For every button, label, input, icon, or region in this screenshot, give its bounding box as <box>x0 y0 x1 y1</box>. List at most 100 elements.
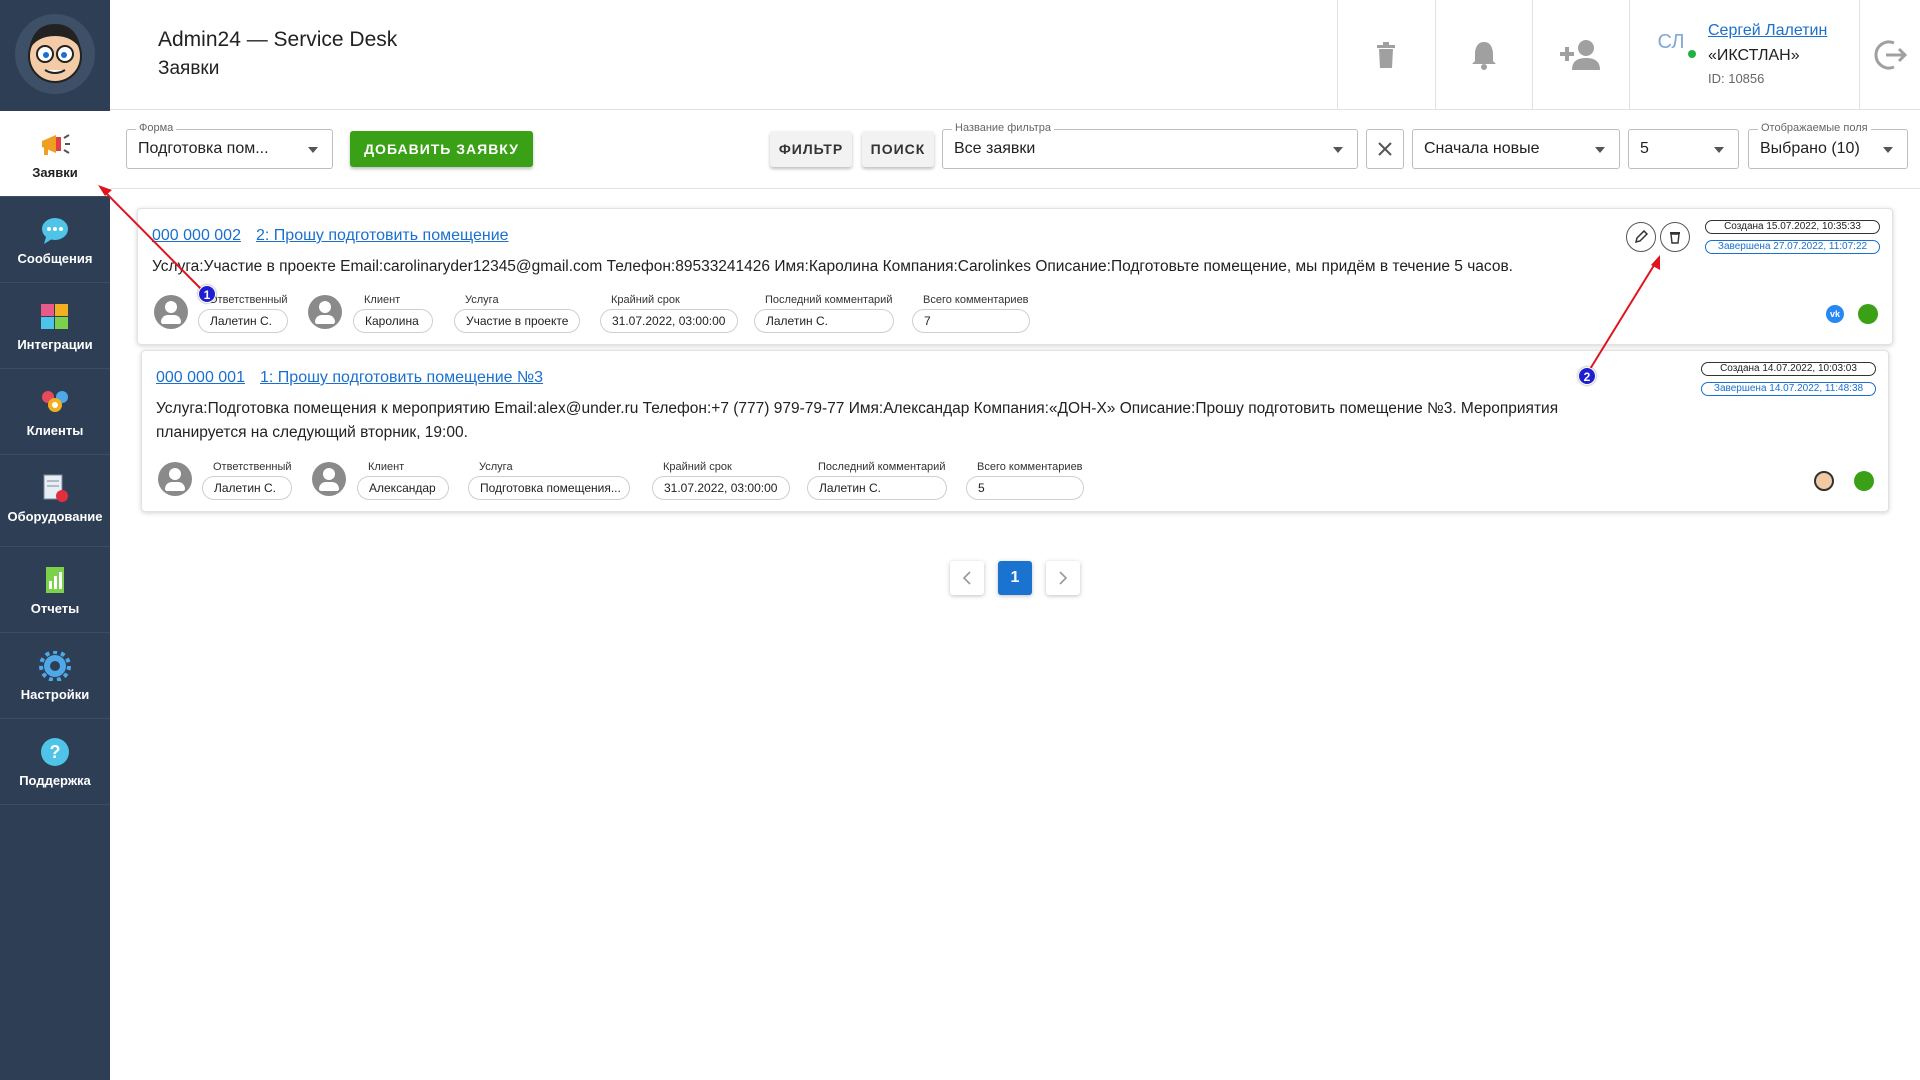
sidebar-item-integrations[interactable]: Интеграции <box>0 283 110 369</box>
app-logo[interactable] <box>15 14 95 94</box>
sidebar-item-clients[interactable]: Клиенты <box>0 369 110 455</box>
field-label: Ответственный <box>209 294 288 306</box>
page-title: Заявки <box>158 58 220 79</box>
delete-button[interactable] <box>1660 222 1690 252</box>
client-field: Клиент Каролина <box>353 294 433 334</box>
logout-button[interactable] <box>1859 0 1920 110</box>
user-name-link[interactable]: Сергей Лалетин <box>1708 22 1827 40</box>
responsible-avatar-icon <box>154 295 188 329</box>
sidebar-item-reports[interactable]: Отчеты <box>0 547 110 633</box>
sort-select[interactable]: Сначала новые <box>1412 129 1620 169</box>
caret-down-icon <box>1333 147 1343 153</box>
top-header: Admin24 — Service Desk Заявки СЛ Сергей … <box>110 0 1920 110</box>
form-select-label: Форма <box>136 121 177 135</box>
sidebar-item-messages[interactable]: Сообщения <box>0 197 110 283</box>
puzzle-icon <box>41 304 68 329</box>
ticket-title-link[interactable]: 1: Прошу подготовить помещение №3 <box>260 369 543 387</box>
logout-icon <box>1874 40 1908 70</box>
prev-page-button[interactable] <box>950 561 984 595</box>
sidebar-item-label: Заявки <box>32 165 78 180</box>
field-label: Клиент <box>368 461 405 473</box>
page-size-select[interactable]: 5 <box>1628 129 1739 169</box>
field-label: Ответственный <box>213 461 292 473</box>
search-button[interactable]: ПОИСК <box>862 131 934 167</box>
sidebar-item-label: Поддержка <box>19 773 91 788</box>
filter-button[interactable]: ФИЛЬТР <box>770 131 852 167</box>
completed-date-badge: Завершена 14.07.2022, 11:48:38 <box>1701 382 1876 396</box>
close-icon <box>1378 142 1392 156</box>
filter-name-label: Название фильтра <box>952 121 1054 135</box>
svg-text:?: ? <box>50 742 61 762</box>
deadline-field: Крайний срок 31.07.2022, 03:00:00 <box>600 294 738 334</box>
edit-button[interactable] <box>1626 222 1656 252</box>
form-select[interactable]: Форма Подготовка пом... <box>126 121 333 169</box>
trash-icon <box>1377 42 1395 68</box>
status-indicator <box>1858 304 1878 324</box>
total-comments-field: Всего комментариев 7 <box>912 294 1030 334</box>
sidebar-item-label: Интеграции <box>17 337 93 352</box>
help-icon: ? <box>41 738 69 766</box>
created-date-badge: Создана 14.07.2022, 10:03:03 <box>1701 362 1876 376</box>
sidebar: Заявки Сообщения Интеграции Клиенты Обор… <box>0 0 110 1080</box>
megaphone-icon <box>42 134 70 155</box>
clear-filter-button[interactable] <box>1366 129 1404 169</box>
chat-icon <box>42 218 68 244</box>
sort-value: Сначала новые <box>1424 140 1540 157</box>
responsible-avatar-icon <box>158 462 192 496</box>
gear-icon <box>39 651 71 681</box>
add-request-button[interactable]: ДОБАВИТЬ ЗАЯВКУ <box>350 131 533 167</box>
completed-date-badge: Завершена 27.07.2022, 11:07:22 <box>1705 240 1880 254</box>
user-initials: СЛ <box>1657 31 1685 53</box>
sidebar-item-label: Оборудование <box>7 509 103 524</box>
sidebar-item-label: Отчеты <box>30 601 80 616</box>
next-page-button[interactable] <box>1046 561 1080 595</box>
equipment-icon <box>43 474 68 502</box>
page-size-value: 5 <box>1640 140 1649 157</box>
responsible-field: Ответственный Лалетин С. <box>202 461 294 501</box>
filter-name-select[interactable]: Название фильтра Все заявки <box>942 121 1358 169</box>
field-label: Услуга <box>465 294 499 306</box>
field-value: Лалетин С. <box>807 476 947 500</box>
created-date-badge: Создана 15.07.2022, 10:35:33 <box>1705 220 1880 234</box>
filter-name-value: Все заявки <box>954 140 1036 157</box>
bell-icon <box>1472 42 1496 70</box>
caret-down-icon <box>1883 147 1893 153</box>
pencil-icon <box>1634 230 1648 244</box>
ticket-card[interactable]: 000 000 001 1: Прошу подготовить помещен… <box>141 350 1889 512</box>
displayed-fields-select[interactable]: Отображаемые поля Выбрано (10) <box>1748 121 1908 169</box>
field-label: Крайний срок <box>611 294 680 306</box>
form-select-value: Подготовка пом... <box>138 140 269 157</box>
notifications-button[interactable] <box>1435 0 1532 110</box>
ticket-card[interactable]: 000 000 002 2: Прошу подготовить помещен… <box>137 208 1893 345</box>
trash-button[interactable] <box>1337 0 1434 110</box>
ticket-title-link[interactable]: 2: Прошу подготовить помещение <box>256 227 509 245</box>
ticket-description: Услуга:Участие в проекте Email:carolinar… <box>152 258 1513 275</box>
user-id: ID: 10856 <box>1708 71 1765 86</box>
client-avatar-icon <box>312 462 346 496</box>
sidebar-item-label: Клиенты <box>26 423 84 438</box>
annotation-marker-2: 2 <box>1578 367 1596 385</box>
add-user-button[interactable] <box>1532 0 1629 110</box>
clients-icon <box>42 391 68 412</box>
field-value: Александар <box>357 476 449 500</box>
sidebar-item-equipment[interactable]: Оборудование <box>0 455 110 547</box>
sidebar-item-label: Настройки <box>20 687 90 702</box>
ticket-number-link[interactable]: 000 000 002 <box>152 227 241 245</box>
app-title: Admin24 — Service Desk <box>158 28 398 51</box>
sidebar-item-support[interactable]: ? Поддержка <box>0 719 110 805</box>
field-value: Каролина <box>353 309 433 333</box>
field-label: Всего комментариев <box>923 294 1029 306</box>
field-value: Лалетин С. <box>198 309 288 333</box>
ticket-number-link[interactable]: 000 000 001 <box>156 369 245 387</box>
field-label: Услуга <box>479 461 513 473</box>
field-value: Участие в проекте <box>454 309 580 333</box>
toolbar: Форма Подготовка пом... ДОБАВИТЬ ЗАЯВКУ … <box>110 111 1920 189</box>
user-profile: СЛ Сергей Лалетин «ИКСТЛАН» ID: 10856 <box>1629 0 1859 110</box>
last-comment-field: Последний комментарий Лалетин С. <box>754 294 894 334</box>
sidebar-item-settings[interactable]: Настройки <box>0 633 110 719</box>
caret-down-icon <box>1714 147 1724 153</box>
page-button-current[interactable]: 1 <box>998 561 1032 595</box>
field-label: Последний комментарий <box>818 461 946 473</box>
sidebar-item-requests[interactable]: Заявки <box>0 111 110 197</box>
field-value: 7 <box>912 309 1030 333</box>
